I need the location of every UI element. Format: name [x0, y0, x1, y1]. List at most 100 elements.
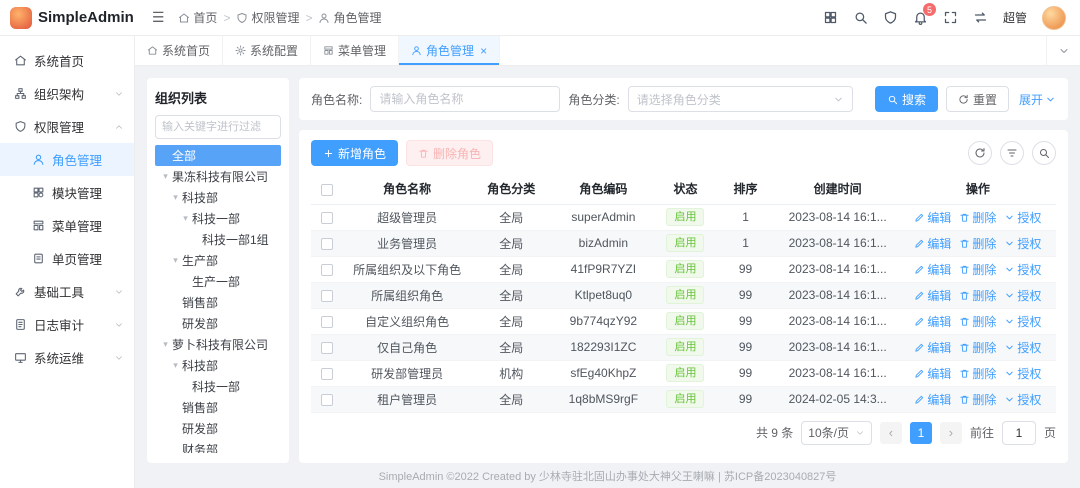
grant-button[interactable]: 授权 [1004, 235, 1041, 252]
security-shield-icon[interactable] [883, 10, 898, 25]
sidebar-item-4[interactable]: 角色管理 [0, 143, 134, 176]
sidebar-item-7[interactable]: 单页管理 [0, 242, 134, 275]
search-button[interactable]: 搜索 [875, 86, 938, 112]
delete-button[interactable]: 删除 [959, 261, 996, 278]
refresh-table-button[interactable] [968, 141, 992, 165]
tree-node[interactable]: 科技一部 [155, 376, 281, 397]
delete-button-label: 删除 [972, 365, 996, 382]
delete-button[interactable]: 删除 [959, 313, 996, 330]
tree-node[interactable]: 销售部 [155, 292, 281, 313]
tree-node[interactable]: ▾萝卜科技有限公司 [155, 334, 281, 355]
edit-button[interactable]: 编辑 [914, 313, 951, 330]
tree-node[interactable]: 生产一部 [155, 271, 281, 292]
row-checkbox[interactable] [321, 212, 333, 224]
grant-button[interactable]: 授权 [1004, 209, 1041, 226]
grant-button[interactable]: 授权 [1004, 287, 1041, 304]
tree-node[interactable]: 全部 [155, 145, 281, 166]
grant-button[interactable]: 授权 [1004, 391, 1041, 408]
reset-button[interactable]: 重置 [946, 86, 1009, 112]
grant-button[interactable]: 授权 [1004, 365, 1041, 382]
sidebar-item-3[interactable]: 权限管理 [0, 110, 134, 143]
sidebar-item-8[interactable]: 基础工具 [0, 275, 134, 308]
tree-expand-icon[interactable]: ▾ [159, 339, 172, 350]
tree-node[interactable]: ▾科技部 [155, 187, 281, 208]
sidebar-item-9[interactable]: 日志审计 [0, 308, 134, 341]
tree-expand-icon[interactable]: ▾ [159, 171, 172, 182]
edit-button[interactable]: 编辑 [914, 261, 951, 278]
org-filter-input[interactable] [155, 115, 281, 139]
edit-button[interactable]: 编辑 [914, 287, 951, 304]
grant-button[interactable]: 授权 [1004, 313, 1041, 330]
tree-node[interactable]: ▾科技部 [155, 355, 281, 376]
delete-button[interactable]: 删除 [959, 391, 996, 408]
row-checkbox[interactable] [321, 342, 333, 354]
tab-close-icon[interactable]: × [480, 44, 487, 58]
tree-node[interactable]: ▾科技一部 [155, 208, 281, 229]
current-page-button[interactable]: 1 [910, 422, 932, 444]
delete-button[interactable]: 删除 [959, 209, 996, 226]
breadcrumb-permission[interactable]: 权限管理 [236, 9, 299, 26]
row-checkbox[interactable] [321, 264, 333, 276]
tab-2[interactable]: 系统配置 [223, 36, 311, 65]
grant-button[interactable]: 授权 [1004, 261, 1041, 278]
delete-button[interactable]: 删除 [959, 287, 996, 304]
tree-expand-icon[interactable]: ▾ [169, 255, 182, 266]
layout-grid-icon[interactable] [823, 10, 838, 25]
edit-button[interactable]: 编辑 [914, 365, 951, 382]
column-settings-button[interactable] [1000, 141, 1024, 165]
edit-button[interactable]: 编辑 [914, 339, 951, 356]
row-checkbox[interactable] [321, 394, 333, 406]
cell-sort: 1 [716, 230, 776, 256]
notification-bell-icon[interactable]: 5 [913, 10, 928, 25]
next-page-button[interactable]: › [940, 422, 962, 444]
page-size-select[interactable]: 10条/页 [801, 421, 872, 445]
sidebar-item-1[interactable]: 系统首页 [0, 44, 134, 77]
role-category-select[interactable]: 请选择角色分类 [628, 86, 853, 112]
row-checkbox[interactable] [321, 316, 333, 328]
breadcrumb-home[interactable]: 首页 [178, 9, 217, 26]
tab-3[interactable]: 菜单管理 [311, 36, 399, 65]
row-checkbox[interactable] [321, 368, 333, 380]
tree-node[interactable]: ▾果冻科技有限公司 [155, 166, 281, 187]
sidebar-item-5[interactable]: 模块管理 [0, 176, 134, 209]
breadcrumb-role[interactable]: 角色管理 [318, 9, 381, 26]
delete-role-button[interactable]: 删除角色 [406, 140, 493, 166]
tab-4[interactable]: 角色管理× [399, 36, 500, 65]
swap-icon[interactable] [973, 10, 988, 25]
edit-button[interactable]: 编辑 [914, 235, 951, 252]
delete-button[interactable]: 删除 [959, 339, 996, 356]
delete-button[interactable]: 删除 [959, 365, 996, 382]
tree-expand-icon[interactable]: ▾ [179, 213, 192, 224]
prev-page-button[interactable]: ‹ [880, 422, 902, 444]
sidebar-item-6[interactable]: 菜单管理 [0, 209, 134, 242]
tree-expand-icon[interactable]: ▾ [169, 360, 182, 371]
tree-node[interactable]: 科技一部1组 [155, 229, 281, 250]
tree-expand-icon[interactable]: ▾ [169, 192, 182, 203]
tree-node[interactable]: 研发部 [155, 313, 281, 334]
collapse-sidebar-button[interactable]: ☰ [152, 9, 165, 26]
table-search-button[interactable] [1032, 141, 1056, 165]
sidebar-item-2[interactable]: 组织架构 [0, 77, 134, 110]
tree-node[interactable]: 财务部 [155, 439, 281, 453]
row-checkbox[interactable] [321, 238, 333, 250]
goto-page-input[interactable] [1002, 421, 1036, 445]
role-name-input[interactable] [370, 86, 560, 112]
expand-filters-link[interactable]: 展开 [1019, 91, 1056, 108]
tree-node[interactable]: ▾生产部 [155, 250, 281, 271]
edit-button[interactable]: 编辑 [914, 391, 951, 408]
tree-node[interactable]: 研发部 [155, 418, 281, 439]
username[interactable]: 超管 [1003, 9, 1027, 26]
edit-button[interactable]: 编辑 [914, 209, 951, 226]
grant-button[interactable]: 授权 [1004, 339, 1041, 356]
tab-1[interactable]: 系统首页 [135, 36, 223, 65]
delete-button[interactable]: 删除 [959, 235, 996, 252]
sidebar-item-10[interactable]: 系统运维 [0, 341, 134, 374]
tree-node[interactable]: 销售部 [155, 397, 281, 418]
select-all-checkbox[interactable] [321, 184, 333, 196]
global-search-icon[interactable] [853, 10, 868, 25]
row-checkbox[interactable] [321, 290, 333, 302]
fullscreen-icon[interactable] [943, 10, 958, 25]
user-avatar[interactable] [1042, 6, 1066, 30]
tab-actions-button[interactable] [1046, 36, 1080, 65]
add-role-button[interactable]: 新增角色 [311, 140, 398, 166]
